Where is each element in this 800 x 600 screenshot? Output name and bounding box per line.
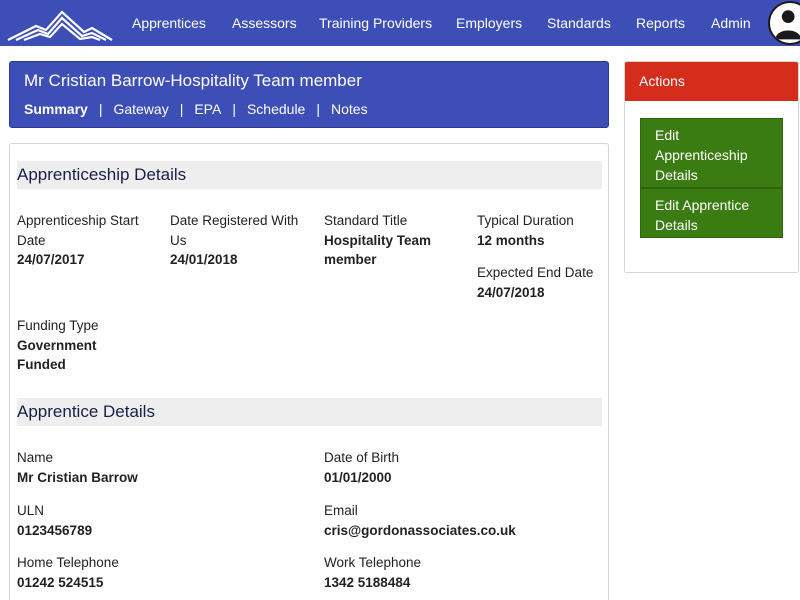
details-panel: Apprenticeship Details Apprenticeship St… (9, 143, 609, 600)
field-label: Standard Title (324, 213, 408, 228)
funding-type-field: Funding Type Government Funded (17, 316, 127, 375)
tab-epa[interactable]: EPA (194, 101, 221, 117)
field-value: 1342 5188484 (324, 574, 411, 590)
section-heading: Apprentice Details (17, 402, 155, 421)
tab-separator: | (179, 101, 184, 117)
field-value: Government Funded (17, 337, 97, 373)
tab-summary[interactable]: Summary (24, 101, 88, 117)
field-value: 12 months (477, 232, 545, 248)
section-heading: Apprenticeship Details (17, 165, 187, 184)
typical-duration-field: Typical Duration 12 months (477, 211, 607, 250)
apprentice-header-card: Mr Cristian Barrow-Hospitality Team memb… (9, 61, 609, 128)
start-date-field: Apprenticeship Start Date 24/07/2017 (17, 211, 147, 270)
field-value: Hospitality Team member (324, 232, 432, 268)
tab-separator: | (232, 101, 236, 117)
actions-panel: Actions Edit Apprenticeship Details Edit… (624, 61, 799, 273)
nav-employers[interactable]: Employers (456, 15, 522, 31)
apprenticeship-details-heading-bar: Apprenticeship Details (17, 161, 602, 189)
field-value: 0123456789 (17, 522, 93, 538)
actions-heading: Actions (639, 73, 685, 89)
tab-gateway[interactable]: Gateway (113, 101, 168, 117)
edit-apprentice-details-button[interactable]: Edit Apprentice Details (640, 188, 783, 238)
field-value: 24/07/2018 (477, 284, 545, 300)
home-telephone-field: Home Telephone 01242 524515 (17, 553, 297, 592)
mountain-logo-icon[interactable] (6, 6, 114, 42)
field-value: 01/01/2000 (324, 469, 392, 485)
field-label: Date of Birth (324, 450, 400, 465)
field-label: Date Registered With Us (170, 213, 299, 248)
field-label: Email (324, 503, 358, 518)
page-title: Mr Cristian Barrow-Hospitality Team memb… (24, 71, 362, 90)
name-field: Name Mr Cristian Barrow (17, 448, 297, 487)
field-label: Home Telephone (17, 555, 119, 570)
field-label: Work Telephone (324, 555, 422, 570)
field-label: ULN (17, 503, 45, 518)
field-label: Apprenticeship Start Date (17, 213, 139, 248)
nav-assessors[interactable]: Assessors (232, 15, 297, 31)
field-label: Funding Type (17, 318, 99, 333)
user-avatar-icon[interactable] (768, 1, 800, 45)
edit-apprenticeship-details-button[interactable]: Edit Apprenticeship Details (640, 118, 783, 188)
field-label: Expected End Date (477, 265, 594, 280)
field-value: 24/07/2017 (17, 252, 85, 267)
nav-reports[interactable]: Reports (636, 15, 685, 31)
top-navigation-bar: Apprentices Assessors Training Providers… (0, 0, 800, 46)
date-of-birth-field: Date of Birth 01/01/2000 (324, 448, 604, 487)
work-telephone-field: Work Telephone 1342 5188484 (324, 553, 604, 592)
email-field: Email cris@gordonassociates.co.uk (324, 501, 604, 540)
sub-navigation-tabs: Summary | Gateway | EPA | Schedule | Not… (24, 101, 368, 117)
nav-standards[interactable]: Standards (547, 15, 611, 31)
nav-apprentices[interactable]: Apprentices (132, 15, 206, 31)
date-registered-field: Date Registered With Us 24/01/2018 (170, 211, 300, 270)
tab-schedule[interactable]: Schedule (247, 101, 305, 117)
field-label: Typical Duration (477, 213, 574, 228)
expected-end-date-field: Expected End Date 24/07/2018 (477, 263, 607, 302)
nav-training-providers[interactable]: Training Providers (319, 15, 432, 31)
field-value: 24/01/2018 (170, 252, 238, 267)
field-value: Mr Cristian Barrow (17, 469, 138, 485)
apprentice-details-heading-bar: Apprentice Details (17, 398, 602, 426)
tab-separator: | (316, 101, 320, 117)
tab-separator: | (98, 101, 103, 117)
nav-admin[interactable]: Admin (711, 15, 751, 31)
field-value: cris@gordonassociates.co.uk (324, 522, 516, 538)
field-value: 01242 524515 (17, 574, 104, 590)
tab-notes[interactable]: Notes (331, 101, 368, 117)
standard-title-field: Standard Title Hospitality Team member (324, 211, 464, 270)
actions-heading-bar: Actions (625, 62, 798, 101)
uln-field: ULN 0123456789 (17, 501, 297, 540)
field-label: Name (17, 450, 54, 465)
